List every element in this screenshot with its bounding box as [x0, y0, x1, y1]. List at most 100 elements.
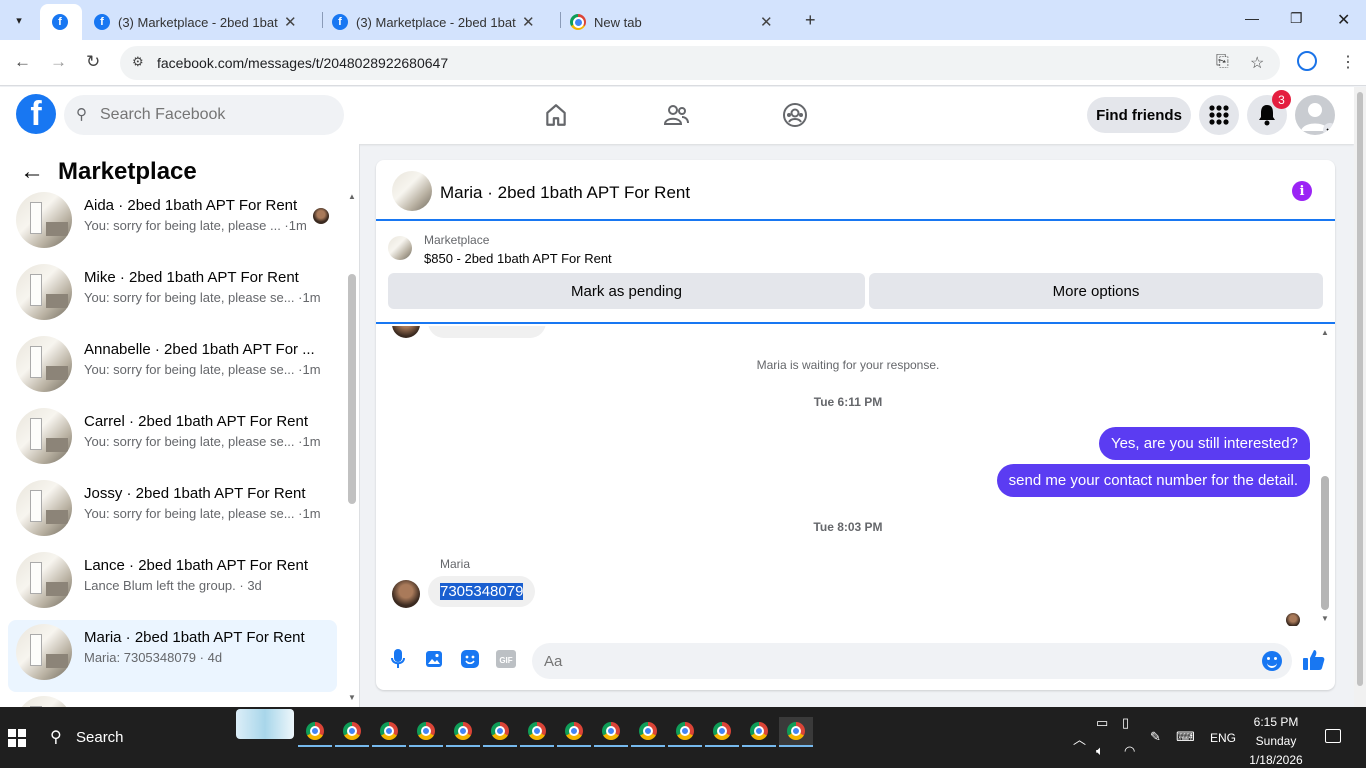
conversation-item[interactable]: Annabelle · 2bed 1bath APT For ... You: …	[8, 332, 337, 404]
scroll-up-arrow-icon[interactable]: ▲	[348, 192, 356, 201]
new-tab-icon[interactable]: +	[805, 10, 816, 31]
close-icon[interactable]: ✕	[760, 13, 773, 31]
conversation-item[interactable]: Carrel · 2bed 1bath APT For Rent You: so…	[8, 404, 337, 476]
notification-center-icon[interactable]	[1325, 729, 1341, 743]
close-icon[interactable]: ✕	[522, 13, 535, 31]
conversation-item-active[interactable]: Maria · 2bed 1bath APT For Rent Maria: 7…	[8, 620, 337, 692]
conversation-item[interactable]: Aida · 2bed 1bath APT For Rent You: sorr…	[8, 188, 337, 260]
taskbar-chrome-window[interactable]	[520, 717, 554, 747]
sender-avatar[interactable]	[392, 580, 420, 608]
taskbar-chrome-window[interactable]	[298, 717, 332, 747]
bookmark-star-icon[interactable]: ☆	[1250, 53, 1264, 73]
url-text[interactable]: facebook.com/messages/t/2048028922680647	[157, 55, 448, 71]
groups-icon[interactable]	[782, 102, 808, 128]
outgoing-message[interactable]: send me your contact number for the deta…	[996, 464, 1310, 497]
conversation-item[interactable]	[8, 692, 337, 707]
conversation-item[interactable]: Jossy · 2bed 1bath APT For Rent You: sor…	[8, 476, 337, 548]
browser-tab-new-tab[interactable]: New tab ✕	[560, 4, 796, 40]
facebook-logo[interactable]: f	[16, 94, 56, 134]
install-app-icon[interactable]: ⎘	[1216, 53, 1229, 71]
speaker-muted-icon[interactable]: 🔈︎	[1096, 743, 1104, 759]
taskbar-chrome-window[interactable]	[705, 717, 739, 747]
mark-as-pending-button[interactable]: Mark as pending	[388, 273, 865, 309]
taskbar-chrome-window[interactable]	[372, 717, 406, 747]
restore-icon[interactable]: ❐	[1290, 10, 1303, 27]
taskbar-search[interactable]: ⚲ Search	[36, 707, 298, 768]
taskbar-chrome-window[interactable]	[779, 717, 813, 747]
taskbar-chrome-window[interactable]	[446, 717, 480, 747]
language-indicator[interactable]: ENG	[1210, 731, 1236, 745]
browser-profile-icon[interactable]	[1297, 51, 1317, 71]
outgoing-message[interactable]: Yes, are you still interested?	[1098, 427, 1310, 460]
minimize-icon[interactable]: —	[1245, 10, 1259, 26]
search-input[interactable]	[100, 95, 330, 135]
search-highlight-image[interactable]	[236, 709, 294, 739]
battery-icon[interactable]: ▭	[1096, 715, 1108, 731]
account-avatar[interactable]	[1295, 95, 1335, 135]
taskbar-chrome-window[interactable]	[742, 717, 776, 747]
friends-icon[interactable]	[663, 102, 689, 128]
thumbs-up-icon[interactable]	[1302, 648, 1326, 672]
sidebar-scrollbar-thumb[interactable]	[348, 274, 356, 504]
page-scrollbar[interactable]	[1354, 87, 1366, 707]
chevron-up-icon[interactable]: ︿	[1073, 729, 1086, 748]
back-arrow-icon[interactable]: ←	[20, 158, 44, 186]
chat-avatar[interactable]	[392, 171, 432, 211]
browser-tab-marketplace-2[interactable]: f (3) Marketplace - 2bed 1bath A ✕	[322, 4, 558, 40]
message-input-container[interactable]	[532, 643, 1292, 679]
window-close-icon[interactable]: ✕	[1337, 10, 1350, 30]
gif-icon[interactable]: GIF	[495, 648, 517, 670]
browser-tab-marketplace-1[interactable]: f (3) Marketplace - 2bed 1bath A ✕	[84, 4, 320, 40]
close-icon[interactable]: ✕	[284, 13, 297, 31]
browser-tab-pinned-facebook[interactable]: f	[40, 4, 82, 40]
conversation-item[interactable]: Mike · 2bed 1bath APT For Rent You: sorr…	[8, 260, 337, 332]
taskbar-chrome-window[interactable]	[668, 717, 702, 747]
emoji-icon[interactable]	[1262, 651, 1282, 671]
photo-icon[interactable]	[423, 648, 445, 670]
taskbar-chrome-window[interactable]	[631, 717, 665, 747]
omnibox[interactable]: ⚙ facebook.com/messages/t/20480289226806…	[120, 46, 1280, 80]
more-options-button[interactable]: More options	[869, 273, 1323, 309]
taskbar-clock[interactable]: 6:15 PM Sunday 1/18/2026	[1238, 713, 1314, 768]
microphone-icon[interactable]	[387, 648, 409, 670]
sidebar-scrollbar[interactable]: ▲ ▼	[346, 188, 358, 707]
scroll-down-arrow-icon[interactable]: ▼	[348, 693, 356, 702]
find-friends-button[interactable]: Find friends	[1087, 97, 1191, 133]
search-box[interactable]: ⚲	[64, 95, 344, 135]
listing-title[interactable]: $850 - 2bed 1bath APT For Rent	[424, 251, 612, 266]
info-icon[interactable]: i	[1292, 181, 1312, 201]
conversation-item[interactable]: Lance · 2bed 1bath APT For Rent Lance Bl…	[8, 548, 337, 620]
chat-title[interactable]: Maria · 2bed 1bath APT For Rent	[440, 183, 690, 203]
taskbar-chrome-window[interactable]	[594, 717, 628, 747]
incoming-message[interactable]: 7305348079	[428, 576, 536, 607]
page-scrollbar-thumb[interactable]	[1357, 92, 1363, 686]
taskbar-chrome-window[interactable]	[483, 717, 517, 747]
chat-scrollbar-thumb[interactable]	[1321, 476, 1329, 610]
pen-icon[interactable]: ✎	[1150, 729, 1161, 745]
browser-menu-icon[interactable]: ⋮	[1340, 52, 1356, 72]
menu-grid-button[interactable]	[1199, 95, 1239, 135]
taskbar-chrome-window[interactable]	[335, 717, 369, 747]
chat-panel: Maria · 2bed 1bath APT For Rent i Market…	[376, 160, 1335, 690]
taskbar-chrome-window[interactable]	[557, 717, 591, 747]
back-arrow-icon[interactable]: ←	[14, 52, 31, 72]
facebook-header: f ⚲ Find friends 3	[0, 87, 1354, 144]
scroll-up-arrow-icon[interactable]: ▲	[1321, 328, 1329, 337]
wifi-icon[interactable]: ◠	[1124, 743, 1135, 759]
forward-arrow-icon[interactable]: →	[50, 52, 67, 72]
tab-search-dropdown-icon[interactable]: ▾	[6, 8, 32, 32]
reload-icon[interactable]: ↻	[86, 52, 100, 72]
site-info-icon[interactable]: ⚙	[132, 54, 144, 70]
taskbar-chrome-window[interactable]	[409, 717, 443, 747]
keyboard-icon[interactable]: ⌨	[1176, 729, 1195, 745]
selected-phone-number[interactable]: 7305348079	[440, 583, 524, 600]
device-icon[interactable]: ▯	[1122, 715, 1129, 731]
chat-scrollbar[interactable]: ▲ ▼	[1319, 326, 1331, 626]
scroll-down-arrow-icon[interactable]: ▼	[1321, 614, 1329, 623]
listing-thumbnail[interactable]	[388, 236, 412, 260]
message-bubble[interactable]	[428, 326, 546, 338]
home-icon[interactable]	[543, 102, 569, 128]
message-input[interactable]	[544, 643, 1244, 679]
sticker-icon[interactable]	[459, 648, 481, 670]
windows-start-icon[interactable]	[8, 729, 26, 747]
